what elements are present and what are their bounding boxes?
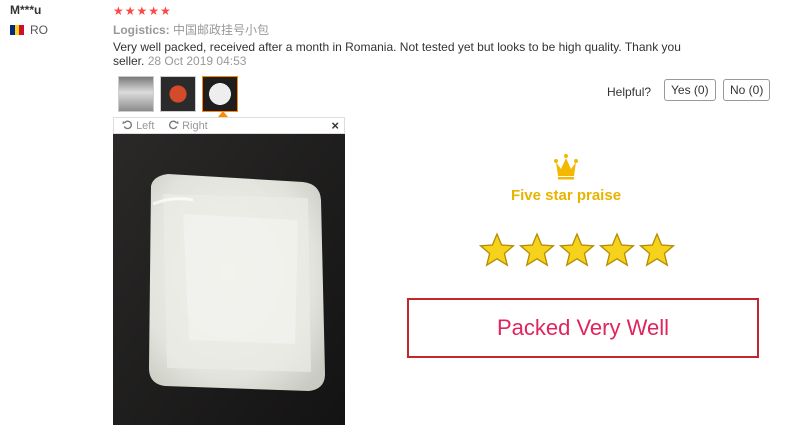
packed-very-well-box: Packed Very Well [407, 298, 759, 358]
helpful-yes-button[interactable]: Yes (0) [664, 79, 716, 101]
rotate-left-button[interactable]: Left [122, 119, 154, 132]
logistics-value: 中国邮政挂号小包 [173, 23, 270, 37]
packaged-item-image [113, 134, 345, 425]
rotate-left-icon [122, 120, 133, 130]
image-viewer-toolbar: Left Right × [113, 117, 345, 134]
promo-banner: Five star praise Packed Very Well [345, 134, 787, 440]
review-thumbnail-2[interactable] [160, 76, 196, 112]
packed-very-well-text: Packed Very Well [496, 315, 669, 340]
close-viewer-button[interactable]: × [331, 118, 339, 133]
rating-stars: ★★★★★ [113, 4, 172, 18]
rotate-left-label: Left [136, 120, 155, 132]
five-star-praise-heading: Five star praise [510, 187, 622, 204]
review-date: 28 Oct 2019 04:53 [147, 54, 247, 68]
rotate-right-icon [168, 120, 179, 130]
reviewer-name: M***u [10, 3, 42, 17]
logistics-label: Logistics: [113, 23, 170, 37]
star-icon [519, 232, 555, 267]
star-icon [639, 232, 675, 267]
country-flag-icon [10, 25, 25, 35]
crown-icon [554, 154, 578, 180]
star-icon [479, 232, 515, 267]
helpful-label: Helpful? [607, 85, 652, 99]
rotate-right-label: Right [182, 120, 208, 132]
reviewer-country: RO [30, 23, 48, 37]
review-body: Very well packed, received after a month… [113, 40, 713, 68]
review-thumbnail-3[interactable] [202, 76, 238, 112]
review-thumbnail-1[interactable] [118, 76, 154, 112]
review-photo [113, 134, 345, 425]
big-star-rating [479, 232, 675, 268]
helpful-no-button[interactable]: No (0) [723, 79, 771, 101]
rotate-right-button[interactable]: Right [168, 119, 208, 132]
star-icon [599, 232, 635, 267]
review-image-thumbnails [118, 76, 238, 112]
star-icon [559, 232, 595, 267]
logistics-info: Logistics: 中国邮政挂号小包 [113, 21, 269, 38]
